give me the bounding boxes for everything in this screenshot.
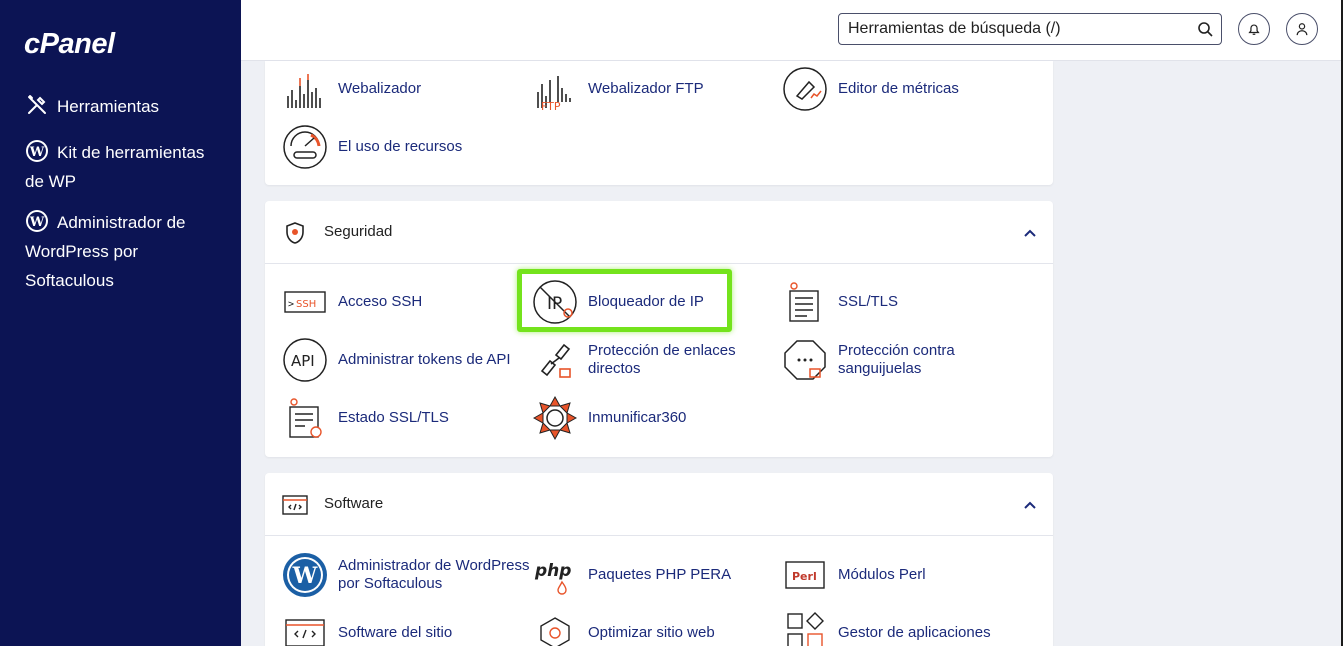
svg-text:W: W <box>29 145 45 160</box>
tool-label: Acceso SSH <box>338 293 423 310</box>
tool-label: Inmunificar360 <box>588 409 687 426</box>
sidebar: cPanel Herramientas W Kit de herramientas… <box>0 0 241 646</box>
chevron-up-icon[interactable] <box>1023 498 1037 512</box>
tool-label: Optimizar sitio web <box>588 624 715 641</box>
svg-text:API: API <box>291 352 315 370</box>
bell-icon <box>1248 24 1260 35</box>
perl-icon-text: Perl <box>792 570 817 583</box>
sidebar-item-herramientas[interactable]: Herramientas <box>25 92 225 121</box>
optimize-icon <box>540 617 570 646</box>
sidebar-item-wordpress-manager[interactable]: W Administrador de WordPress por Softacul… <box>25 208 225 295</box>
app-manager-icon <box>787 612 824 646</box>
api-icon: API <box>283 338 327 382</box>
notifications-button[interactable] <box>1238 13 1270 45</box>
security-panel-header[interactable]: Seguridad <box>265 201 1053 264</box>
user-menu-button[interactable] <box>1286 13 1318 45</box>
top-header: Herramientas de búsqueda (/) <box>241 0 1341 61</box>
hotlink-icon <box>540 343 571 378</box>
metrics-panel: Webalizador FTP Webalizador FTP Editor d… <box>265 61 1053 185</box>
wordpress-icon: W <box>26 210 48 232</box>
tool-label: Protección de enlaces directos <box>588 342 736 377</box>
shield-icon <box>286 222 304 244</box>
tool-label: SSL/TLS <box>838 293 899 310</box>
svg-text:W: W <box>29 215 45 230</box>
ssh-icon: > SSH <box>284 291 326 313</box>
site-software-icon <box>285 619 325 646</box>
tool-label: El uso de recursos <box>338 138 463 155</box>
sidebar-item-wp-toolkit[interactable]: W Kit de herramientas de WP <box>25 138 225 196</box>
sidebar-item-label: Herramientas <box>57 97 160 116</box>
tool-label: Editor de métricas <box>838 80 959 97</box>
software-panel: Software W Administrador de WordPress po… <box>265 473 1053 646</box>
panel-title: Software <box>324 495 384 512</box>
software-panel-header[interactable]: Software <box>265 473 1053 536</box>
svg-text:FTP: FTP <box>541 100 561 112</box>
chevron-up-icon[interactable] <box>1023 226 1037 240</box>
tool-label: Webalizador <box>338 80 422 97</box>
code-window-icon <box>282 495 308 515</box>
tool-label: Módulos Perl <box>838 566 926 583</box>
resource-usage-icon <box>283 125 327 169</box>
php-icon: php <box>534 561 571 595</box>
user-icon <box>1296 23 1308 36</box>
svg-text:SSH: SSH <box>296 299 316 310</box>
search-icon[interactable] <box>1197 21 1213 37</box>
tool-label: Software del sitio <box>338 624 453 641</box>
webalizer-icon <box>287 74 321 108</box>
tool-label: Paquetes PHP PERA <box>588 566 732 583</box>
webalizer-ftp-icon: FTP <box>537 76 571 112</box>
sidebar-item-label: Kit de herramientas de WP <box>25 143 205 191</box>
leech-icon <box>784 340 826 380</box>
wordpress-icon: W <box>26 140 48 162</box>
svg-text:W: W <box>292 563 318 589</box>
ssl-status-icon <box>289 398 322 438</box>
search-input[interactable]: Herramientas de búsqueda (/) <box>838 13 1222 45</box>
tool-label: Estado SSL/TLS <box>338 409 449 426</box>
wordpress-icon: W <box>283 553 327 597</box>
highlight-box <box>517 269 732 332</box>
panel-title: Seguridad <box>324 223 393 240</box>
tool-label: Gestor de aplicaciones <box>838 624 991 641</box>
tool-label: Administrador de WordPress por Softaculo… <box>338 557 530 592</box>
svg-text:>: > <box>288 299 294 310</box>
tool-label: Protección contra sanguijuelas <box>838 342 955 377</box>
ssl-tls-icon <box>789 282 819 322</box>
cpanel-logo[interactable]: cPanel <box>24 28 115 61</box>
imunify-icon <box>532 395 578 441</box>
metrics-editor-icon <box>783 67 827 111</box>
tools-icon <box>28 95 46 114</box>
perl-icon: Perl <box>785 561 825 589</box>
tool-label: Webalizador FTP <box>588 80 704 97</box>
tool-label: Administrar tokens de API <box>338 351 511 368</box>
php-icon-text: php <box>534 561 571 581</box>
sidebar-item-label: Administrador de WordPress por Softaculo… <box>25 213 186 290</box>
search-placeholder: Herramientas de búsqueda (/) <box>848 20 1061 37</box>
